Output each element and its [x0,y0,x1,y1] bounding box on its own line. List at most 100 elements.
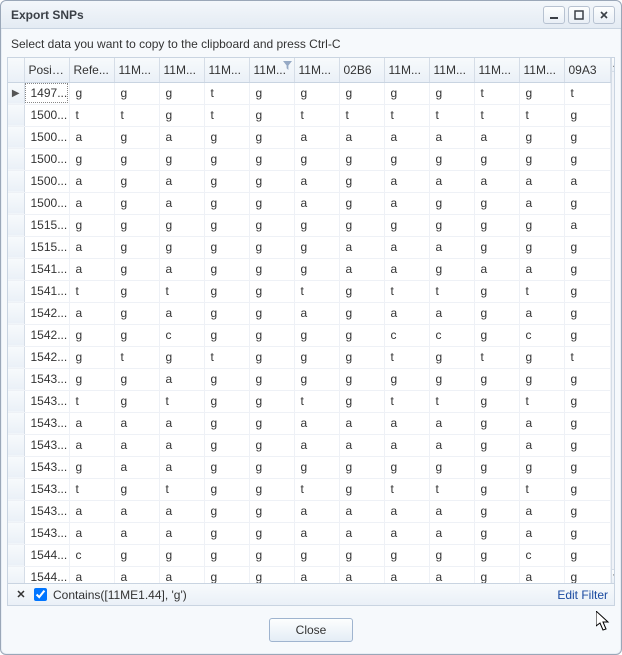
table-row[interactable]: 1515...ggggggggggga [8,214,610,236]
table-row[interactable]: 1543...aaaggaaaagag [8,500,610,522]
cell[interactable]: g [339,324,384,346]
cell[interactable]: g [429,544,474,566]
cell[interactable]: a [294,500,339,522]
cell[interactable]: g [519,236,564,258]
cell[interactable]: g [204,544,249,566]
cell[interactable]: 1543... [24,522,69,544]
cell[interactable]: g [519,346,564,368]
cell[interactable]: g [564,148,610,170]
cell[interactable]: t [384,478,429,500]
edit-filter-link[interactable]: Edit Filter [557,588,608,602]
cell[interactable]: g [564,478,610,500]
cell[interactable]: g [339,280,384,302]
cell[interactable]: c [384,324,429,346]
cell[interactable]: a [519,566,564,583]
cell[interactable]: g [339,368,384,390]
cell[interactable]: g [114,170,159,192]
cell[interactable]: g [294,544,339,566]
cell[interactable]: g [564,192,610,214]
cell[interactable]: g [249,544,294,566]
cell[interactable]: g [564,456,610,478]
cell[interactable]: g [429,148,474,170]
cell[interactable]: g [249,104,294,126]
cell[interactable]: a [69,302,114,324]
cell[interactable]: t [294,104,339,126]
cell[interactable]: g [564,324,610,346]
cell[interactable]: g [159,214,204,236]
cell[interactable]: t [384,104,429,126]
cell[interactable]: g [69,456,114,478]
cell[interactable]: a [159,368,204,390]
cell[interactable]: a [159,302,204,324]
cell[interactable]: g [474,236,519,258]
cell[interactable]: g [519,126,564,148]
cell[interactable]: t [564,346,610,368]
cell[interactable]: a [429,500,474,522]
cell[interactable]: g [204,148,249,170]
cell[interactable]: a [69,192,114,214]
cell[interactable]: g [294,346,339,368]
cell[interactable]: c [159,324,204,346]
cell[interactable]: a [429,170,474,192]
cell[interactable]: a [429,302,474,324]
cell[interactable]: t [519,478,564,500]
cell[interactable]: a [69,258,114,280]
column-header[interactable]: 11M... [249,58,294,82]
cell[interactable]: g [249,434,294,456]
cell[interactable]: a [294,126,339,148]
cell[interactable]: 1543... [24,390,69,412]
vertical-scrollbar[interactable]: ▲ ▼ [611,58,615,583]
cell[interactable]: g [474,368,519,390]
cell[interactable]: a [339,236,384,258]
cell[interactable]: a [384,302,429,324]
cell[interactable]: g [159,104,204,126]
cell[interactable]: g [474,544,519,566]
cell[interactable]: 1543... [24,434,69,456]
cell[interactable]: t [159,280,204,302]
cell[interactable]: a [339,412,384,434]
cell[interactable]: g [294,258,339,280]
cell[interactable]: 1500... [24,192,69,214]
cell[interactable]: g [249,214,294,236]
cell[interactable]: t [294,478,339,500]
cell[interactable]: g [384,544,429,566]
table-row[interactable]: 1543...aaaggaaaagag [8,522,610,544]
cell[interactable]: t [384,390,429,412]
cell[interactable]: g [69,214,114,236]
cell[interactable]: g [114,280,159,302]
column-header[interactable]: Refe... [69,58,114,82]
cell[interactable]: a [114,456,159,478]
cell[interactable]: g [114,390,159,412]
cell[interactable]: g [564,434,610,456]
cell[interactable]: t [159,478,204,500]
cell[interactable]: g [384,148,429,170]
cell[interactable]: g [474,302,519,324]
cell[interactable]: a [429,434,474,456]
cell[interactable]: a [384,412,429,434]
cell[interactable]: a [159,522,204,544]
table-row[interactable]: 1500...ttgtgttttttg [8,104,610,126]
cell[interactable]: g [474,324,519,346]
cell[interactable]: a [159,500,204,522]
table-row[interactable]: 1500...agaggagaggag [8,192,610,214]
cell[interactable]: a [294,170,339,192]
cell[interactable]: t [474,346,519,368]
cell[interactable]: g [294,456,339,478]
close-button[interactable]: Close [269,618,353,642]
cell[interactable]: a [159,434,204,456]
clear-filter-button[interactable]: ✕ [14,588,28,602]
cell[interactable]: g [114,478,159,500]
cell[interactable]: t [384,346,429,368]
cell[interactable]: g [339,478,384,500]
cell[interactable]: g [249,412,294,434]
cell[interactable]: g [204,478,249,500]
cell[interactable]: g [474,478,519,500]
cell[interactable]: g [204,170,249,192]
table-row[interactable]: 1542...ggcggggccgcg [8,324,610,346]
cell[interactable]: g [69,368,114,390]
cell[interactable]: g [384,214,429,236]
cell[interactable]: t [474,82,519,104]
cell[interactable]: a [519,302,564,324]
cell[interactable]: g [204,456,249,478]
table-row[interactable]: 1515...agggggaaaggg [8,236,610,258]
